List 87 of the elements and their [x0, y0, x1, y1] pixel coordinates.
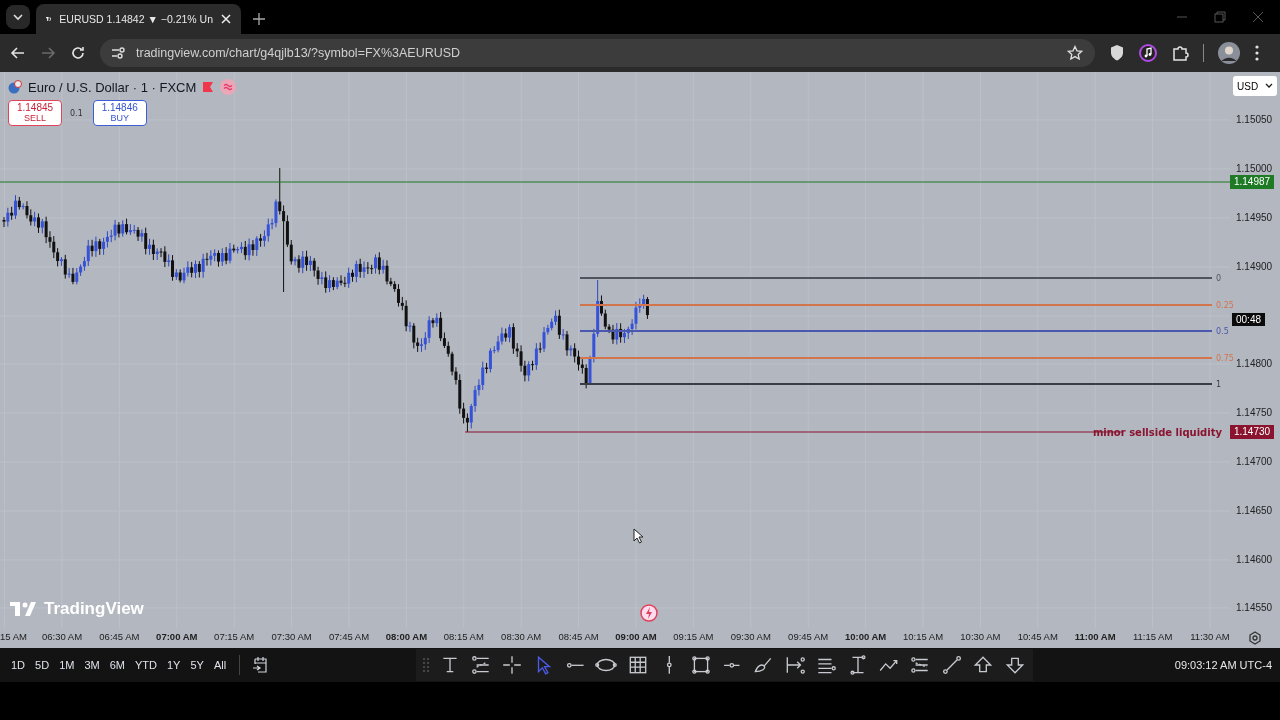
range-button[interactable]: 6M	[104, 656, 130, 674]
price-axis-label: 1.14700	[1236, 455, 1273, 469]
reload-icon[interactable]	[70, 45, 86, 61]
time-axis-label: 10:45 AM	[1017, 631, 1058, 642]
time-axis-label: 07:30 AM	[271, 631, 312, 642]
price-axis-label: 1.14950	[1236, 211, 1273, 225]
spread-value: 0.1	[70, 108, 83, 118]
price-axis-label: 1.15000	[1236, 162, 1273, 176]
address-bar[interactable]: tradingview.com/chart/g4qjlb13/?symbol=FX%3AEURUSD	[100, 39, 1095, 67]
time-axis-label: 08:45 AM	[558, 631, 599, 642]
price-axis-label: 1.14800	[1236, 357, 1273, 371]
time-axis-label: 08:30 AM	[501, 631, 542, 642]
fib-level-label: 0	[1216, 274, 1222, 283]
price-axis-label: 1.14650	[1236, 504, 1273, 518]
symbol-title[interactable]: Euro / U.S. Dollar · 1 · FXCM	[28, 79, 197, 95]
fib-level-label: 0.75	[1216, 354, 1234, 363]
caret-icon	[1265, 83, 1273, 89]
range-button[interactable]: 5D	[30, 656, 55, 674]
vline-icon	[665, 655, 673, 675]
time-axis-label: 09:15 AM	[673, 631, 714, 642]
price-axis-label: 1.14550	[1236, 601, 1273, 615]
time-axis-label: 07:00 AM	[156, 631, 198, 642]
mouse-pointer-icon	[633, 528, 645, 544]
hsegment-icon	[723, 661, 741, 669]
fib-level-label: 0.5	[1216, 327, 1229, 336]
price-tag: 1.14730	[1230, 425, 1274, 439]
clock-text: 09:03:12 AM UTC-4	[1174, 659, 1273, 671]
countdown-tag: 00:48	[1232, 313, 1266, 326]
time-axis-label: 07:15 AM	[214, 631, 255, 642]
range-button[interactable]: 5Y	[185, 656, 209, 674]
fib-level-label: 0.25	[1216, 301, 1234, 310]
back-icon[interactable]	[10, 45, 26, 61]
currency-dropdown[interactable]: USD	[1233, 76, 1277, 96]
fib-level-label: 1	[1216, 380, 1222, 389]
lines-icon	[469, 654, 492, 676]
chevron-down-icon	[12, 11, 24, 23]
time-axis-label: 11:00 AM	[1074, 631, 1116, 642]
range-button[interactable]: 3M	[79, 656, 105, 674]
new-tab-icon[interactable]	[253, 13, 265, 25]
sell-button[interactable]: 1.14845 SELL	[8, 100, 62, 126]
line-label: minor sellside liquidity	[1092, 427, 1222, 438]
logo-text: TradingView	[44, 599, 144, 619]
time-axis-label: 09:45 AM	[788, 631, 829, 642]
time-axis-label: 15 AM	[0, 631, 27, 642]
tab-title: EURUSD 1.14842 ▼ −0.21% Un	[59, 13, 213, 25]
avatar-icon[interactable]	[1218, 42, 1240, 64]
segment-icon	[565, 661, 585, 669]
time-axis-label: 11:15 AM	[1132, 631, 1173, 642]
price-axis-label: 1.14750	[1236, 406, 1273, 420]
price-tag: 1.14987	[1230, 175, 1274, 189]
time-axis-label: 07:45 AM	[328, 631, 370, 642]
settings-icon[interactable]	[1248, 631, 1262, 645]
browser-tab[interactable]: EURUSD 1.14842 ▼ −0.21% Un	[36, 4, 241, 34]
range-button[interactable]: YTD	[129, 656, 162, 674]
time-axis-label: 09:30 AM	[730, 631, 771, 642]
bookmark-star-icon[interactable]	[1067, 45, 1083, 61]
range-button[interactable]: 1M	[54, 656, 80, 674]
trendline-icon	[940, 654, 963, 676]
puzzle-icon[interactable]	[1171, 44, 1189, 62]
time-axis-label: 10:15 AM	[902, 631, 944, 642]
tradingview-logo-icon	[46, 14, 52, 24]
price-axis-label: 1.15050	[1236, 113, 1273, 127]
time-axis-label: 10:00 AM	[844, 631, 887, 642]
menu-icon[interactable]	[1254, 44, 1260, 62]
tab-search-button[interactable]	[6, 5, 30, 29]
time-axis-label: 08:00 AM	[385, 631, 428, 642]
price-axis-label: 1.14600	[1236, 553, 1273, 567]
rect-icon	[689, 654, 712, 676]
shield-icon[interactable]	[1109, 44, 1125, 62]
music-note-icon[interactable]	[1139, 44, 1157, 62]
time-axis-label: 08:15 AM	[443, 631, 484, 642]
time-axis-label: 10:30 AM	[960, 631, 1001, 642]
range-button[interactable]: All	[208, 656, 232, 674]
crosshair-icon	[501, 654, 524, 676]
lightning-icon[interactable]	[640, 604, 658, 622]
time-axis-label: 06:30 AM	[41, 631, 83, 642]
currency-flags-icon	[8, 80, 22, 94]
site-info-icon[interactable]	[110, 45, 126, 61]
range-button[interactable]: 1D	[6, 656, 31, 674]
time-axis-label: 11:30 AM	[1190, 631, 1230, 642]
range-button[interactable]: 1Y	[161, 656, 186, 674]
drag-handle-icon[interactable]	[422, 657, 431, 673]
url-text: tradingview.com/chart/g4qjlb13/?symbol=FX%3AEURUSD	[136, 46, 461, 60]
time-axis-label: 06:45 AM	[99, 631, 140, 642]
time-axis-label: 09:00 AM	[615, 631, 657, 642]
buy-button[interactable]: 1.14846 BUY	[92, 100, 147, 126]
price-axis-label: 1.14900	[1236, 260, 1273, 274]
